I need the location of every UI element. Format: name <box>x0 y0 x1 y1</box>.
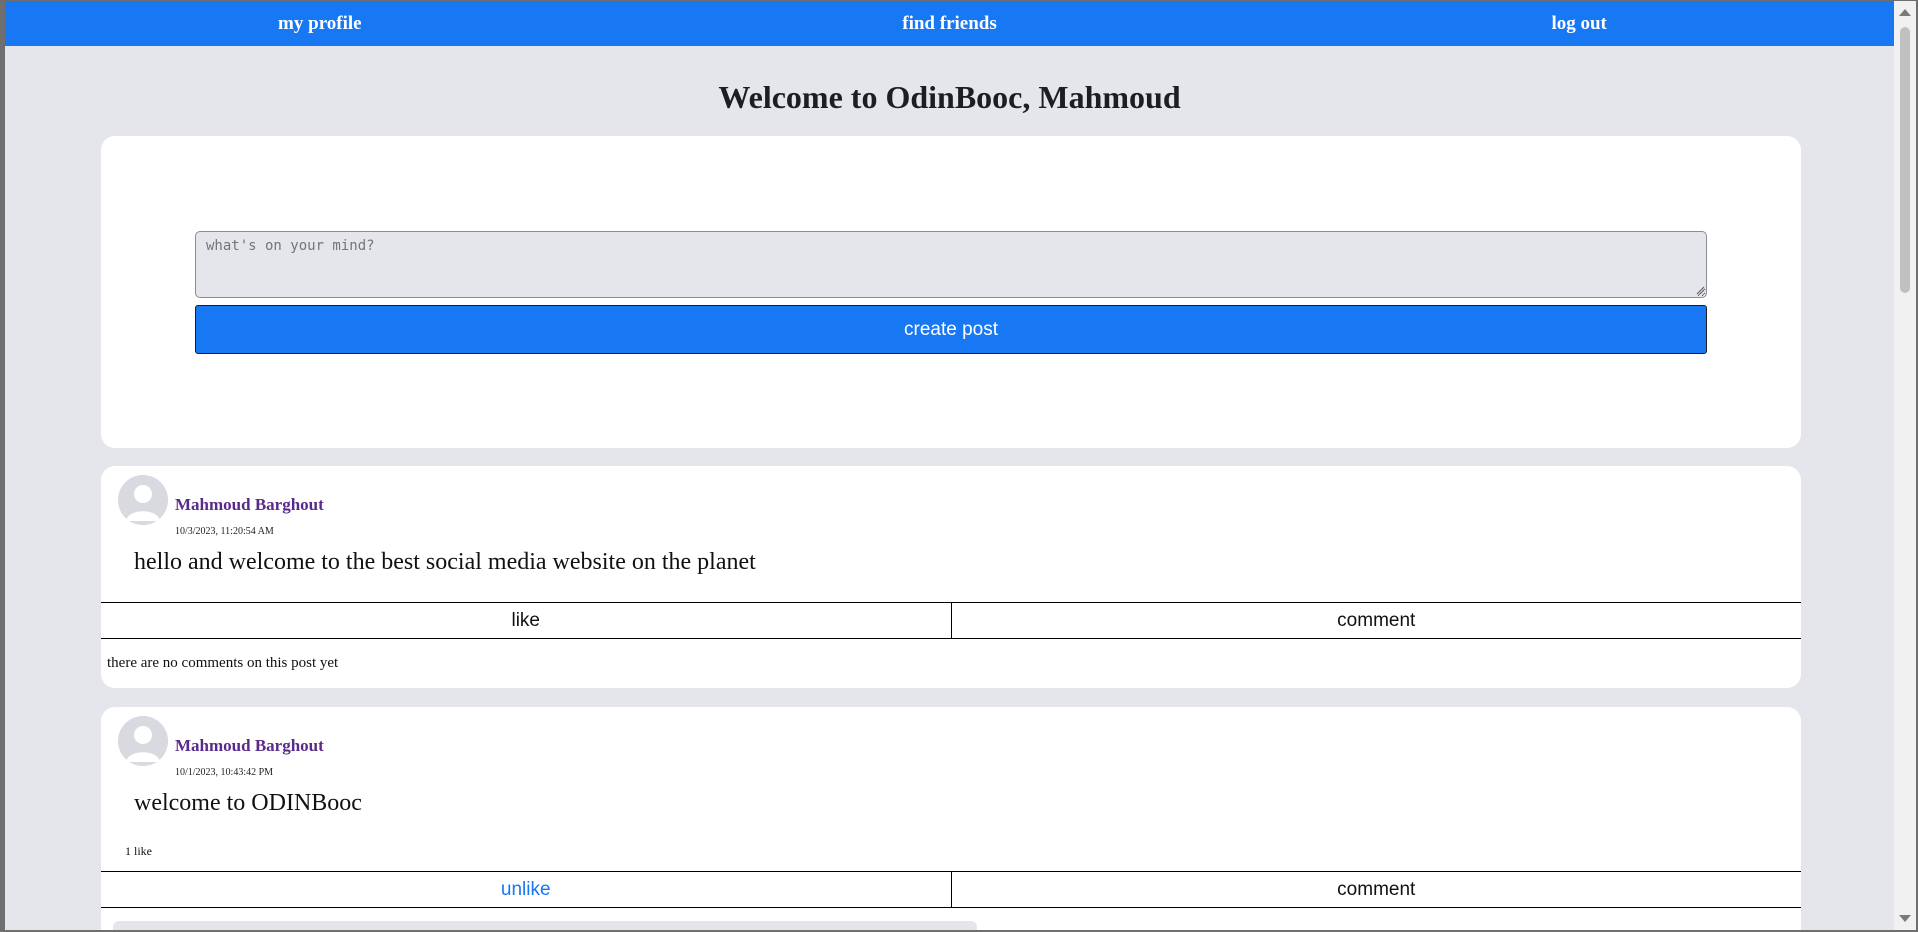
like-button[interactable]: like <box>101 603 951 638</box>
nav-my-profile[interactable]: my profile <box>5 13 635 35</box>
avatar[interactable] <box>118 716 168 766</box>
vertical-scrollbar[interactable] <box>1894 1 1916 930</box>
post-card: Mahmoud Barghout 10/3/2023, 11:20:54 AM … <box>101 466 1801 688</box>
avatar[interactable] <box>118 475 168 525</box>
post-body: welcome to ODINBooc <box>134 790 362 816</box>
nav-log-out[interactable]: log out <box>1264 13 1894 35</box>
post-input[interactable] <box>195 231 1707 298</box>
post-body: hello and welcome to the best social med… <box>134 549 756 575</box>
top-navbar: my profile find friends log out <box>5 1 1894 46</box>
page-viewport: my profile find friends log out Welcome … <box>5 1 1894 930</box>
create-post-card: create post <box>101 136 1801 448</box>
comment-button[interactable]: comment <box>950 603 1801 638</box>
scroll-up-icon[interactable] <box>1899 9 1911 16</box>
post-author[interactable]: Mahmoud Barghout <box>175 495 324 515</box>
create-post-button[interactable]: create post <box>195 305 1707 354</box>
user-silhouette-icon <box>118 716 168 766</box>
post-author[interactable]: Mahmoud Barghout <box>175 736 324 756</box>
post-card: Mahmoud Barghout 10/1/2023, 10:43:42 PM … <box>101 707 1801 930</box>
post-timestamp: 10/1/2023, 10:43:42 PM <box>175 767 274 778</box>
comment-button[interactable]: comment <box>950 872 1801 907</box>
no-comments-text: there are no comments on this post yet <box>107 655 339 671</box>
nav-find-friends[interactable]: find friends <box>635 13 1265 35</box>
scroll-down-icon[interactable] <box>1899 915 1911 922</box>
likes-count: 1 like <box>125 844 152 858</box>
post-actions: unlike comment <box>101 871 1801 908</box>
page-title: Welcome to OdinBooc, Mahmoud <box>718 79 1181 115</box>
user-silhouette-icon <box>118 475 168 525</box>
post-timestamp: 10/3/2023, 11:20:54 AM <box>175 526 274 537</box>
scroll-thumb[interactable] <box>1900 27 1910 293</box>
unlike-button[interactable]: unlike <box>101 872 951 907</box>
post-actions: like comment <box>101 602 1801 639</box>
comment-box <box>113 921 977 930</box>
